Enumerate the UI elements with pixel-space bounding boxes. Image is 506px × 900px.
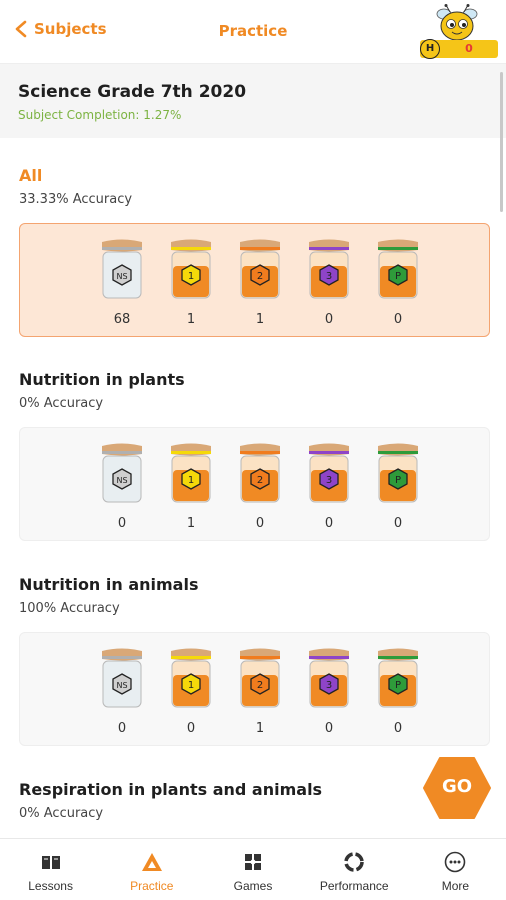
tab-label: Lessons xyxy=(28,879,73,893)
topic-accuracy: 100% Accuracy xyxy=(19,601,120,616)
count-row: 0 0 1 0 0 xyxy=(100,721,420,736)
topic-accuracy: 0% Accuracy xyxy=(19,806,104,821)
svg-text:3: 3 xyxy=(326,680,332,691)
ns-jar-icon: NS xyxy=(100,647,144,709)
svg-text:1: 1 xyxy=(188,680,194,691)
subject-summary: Science Grade 7th 2020 Subject Completio… xyxy=(0,64,506,138)
proficient-jar-icon: P xyxy=(376,238,420,300)
coin-count: 0 xyxy=(465,42,473,55)
go-button[interactable] xyxy=(422,756,492,820)
subject-title: Science Grade 7th 2020 xyxy=(18,82,247,102)
scrollbar[interactable] xyxy=(500,72,503,212)
hexagon-icon xyxy=(423,757,491,819)
topic-title[interactable]: Nutrition in animals xyxy=(19,575,198,594)
proficient-jar-icon: P xyxy=(376,647,420,709)
ns-jar-icon: NS xyxy=(100,238,144,300)
more-dots-icon xyxy=(445,851,466,873)
tab-more[interactable]: More xyxy=(405,839,506,900)
tab-practice[interactable]: Practice xyxy=(101,839,202,900)
topic-accuracy: 33.33% Accuracy xyxy=(19,192,133,207)
jar-count: 0 xyxy=(117,516,127,531)
jar-row: NS 1 2 3 P xyxy=(100,442,420,512)
svg-text:P: P xyxy=(395,271,401,282)
jar-count: 0 xyxy=(186,721,196,736)
topic-title[interactable]: Respiration in plants and animals xyxy=(19,780,322,799)
topic-accuracy: 0% Accuracy xyxy=(19,396,104,411)
svg-text:1: 1 xyxy=(188,271,194,282)
jar-card[interactable]: NS 1 2 3 P 0 0 1 0 0 xyxy=(19,632,490,746)
jar-count: 1 xyxy=(186,312,196,327)
performance-ring-icon xyxy=(344,852,364,872)
jar-count: 0 xyxy=(117,721,127,736)
tab-performance[interactable]: Performance xyxy=(304,839,405,900)
jar-card[interactable]: NS 1 2 3 P 68 1 1 0 0 xyxy=(19,223,490,337)
svg-text:2: 2 xyxy=(257,680,263,691)
svg-text:3: 3 xyxy=(326,475,332,486)
coin-letter: H xyxy=(420,39,440,59)
tab-label: Performance xyxy=(319,879,389,893)
jar-count: 1 xyxy=(255,312,265,327)
puzzle-icon xyxy=(245,854,261,870)
svg-text:3: 3 xyxy=(326,271,332,282)
level3-jar-icon: 3 xyxy=(307,647,351,709)
level2-jar-icon: 2 xyxy=(238,647,282,709)
jar-count: 0 xyxy=(393,721,403,736)
jar-count: 0 xyxy=(324,516,334,531)
jar-count: 68 xyxy=(113,312,131,327)
svg-text:P: P xyxy=(395,475,401,486)
svg-text:NS: NS xyxy=(116,272,127,281)
ns-jar-icon: NS xyxy=(100,442,144,504)
level3-jar-icon: 3 xyxy=(307,238,351,300)
jar-count: 0 xyxy=(393,516,403,531)
subject-completion: Subject Completion: 1.27% xyxy=(18,108,182,122)
jar-count: 0 xyxy=(324,312,334,327)
svg-text:NS: NS xyxy=(116,476,127,485)
level2-jar-icon: 2 xyxy=(238,238,282,300)
book-icon xyxy=(41,856,60,869)
jar-row: NS 1 2 3 P xyxy=(100,238,420,308)
jar-count: 0 xyxy=(393,312,403,327)
topic-title[interactable]: All xyxy=(19,166,42,185)
tab-lessons[interactable]: Lessons xyxy=(0,839,101,900)
tab-games[interactable]: Games xyxy=(202,839,303,900)
proficient-jar-icon: P xyxy=(376,442,420,504)
topic-title[interactable]: Nutrition in plants xyxy=(19,370,185,389)
jar-card[interactable]: NS 1 2 3 P 0 1 0 0 0 xyxy=(19,427,490,541)
count-row: 68 1 1 0 0 xyxy=(100,312,420,327)
level2-jar-icon: 2 xyxy=(238,442,282,504)
level1-jar-icon: 1 xyxy=(169,647,213,709)
svg-text:2: 2 xyxy=(257,271,263,282)
app-header: Subjects Practice H 0 xyxy=(0,0,506,64)
tab-label: Practice xyxy=(130,879,174,893)
svg-text:1: 1 xyxy=(188,475,194,486)
jar-row: NS 1 2 3 P xyxy=(100,647,420,717)
level1-jar-icon: 1 xyxy=(169,442,213,504)
jar-count: 0 xyxy=(324,721,334,736)
bottom-tab-bar: Lessons Practice Games Performance More xyxy=(0,838,506,900)
tab-label: More xyxy=(441,879,470,893)
svg-text:P: P xyxy=(395,680,401,691)
jar-count: 0 xyxy=(255,516,265,531)
jar-count: 1 xyxy=(255,721,265,736)
triangle-icon xyxy=(141,853,162,871)
count-row: 0 1 0 0 0 xyxy=(100,516,420,531)
svg-text:NS: NS xyxy=(116,681,127,690)
level1-jar-icon: 1 xyxy=(169,238,213,300)
level3-jar-icon: 3 xyxy=(307,442,351,504)
tab-label: Games xyxy=(233,879,273,893)
jar-count: 1 xyxy=(186,516,196,531)
svg-text:2: 2 xyxy=(257,475,263,486)
